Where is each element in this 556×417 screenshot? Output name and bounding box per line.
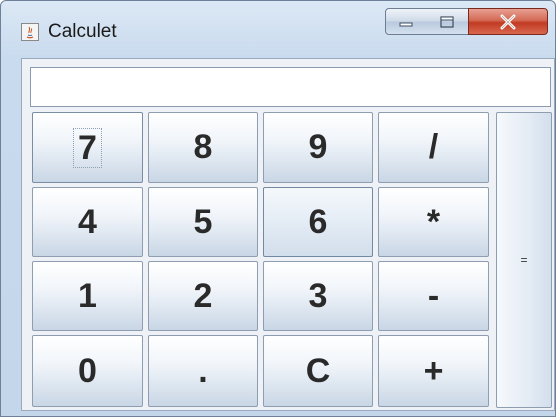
key-4[interactable]: 4 <box>32 187 143 257</box>
key-add[interactable]: + <box>378 335 489 407</box>
key-5[interactable]: 5 <box>148 187 258 257</box>
close-button[interactable] <box>468 8 548 35</box>
key-2[interactable]: 2 <box>148 261 258 331</box>
key-multiply-label: * <box>426 202 441 241</box>
key-0[interactable]: 0 <box>32 335 143 407</box>
maximize-icon <box>440 15 454 28</box>
key-0-label: 0 <box>78 351 97 390</box>
key-8-label: 8 <box>193 128 213 166</box>
key-7[interactable]: 7 <box>32 112 143 183</box>
key-clear[interactable]: C <box>263 335 373 407</box>
minimize-button[interactable] <box>385 8 427 35</box>
key-1-label: 1 <box>78 276 97 315</box>
key-3-label: 3 <box>308 276 328 315</box>
key-divide-label: / <box>428 128 439 166</box>
java-app-icon[interactable] <box>21 23 39 41</box>
close-icon <box>500 14 516 29</box>
window-title: Calculet <box>48 21 117 42</box>
key-decimal-label: . <box>198 351 208 390</box>
key-2-label: 2 <box>193 276 213 315</box>
key-6-label: 6 <box>308 202 328 241</box>
key-3[interactable]: 3 <box>263 261 373 331</box>
key-9-label: 9 <box>308 128 328 166</box>
maximize-button[interactable] <box>426 8 469 35</box>
key-equals[interactable]: = <box>496 112 552 408</box>
key-6[interactable]: 6 <box>263 187 373 257</box>
key-1[interactable]: 1 <box>32 261 143 331</box>
key-multiply[interactable]: * <box>378 187 489 257</box>
key-subtract-label: - <box>427 276 440 315</box>
key-decimal[interactable]: . <box>148 335 258 407</box>
key-subtract[interactable]: - <box>378 261 489 331</box>
key-5-label: 5 <box>193 202 213 241</box>
calculator-display[interactable] <box>30 67 551 107</box>
minimize-icon <box>399 22 413 26</box>
key-equals-label: = <box>520 253 528 267</box>
key-7-label: 7 <box>73 127 102 168</box>
key-4-label: 4 <box>78 202 97 241</box>
key-9[interactable]: 9 <box>263 112 373 183</box>
app-window: Calculet 7 8 9 / 4 5 6 * 1 2 3 - 0 . C +… <box>0 0 556 417</box>
key-clear-label: C <box>305 351 331 390</box>
key-add-label: + <box>423 351 444 390</box>
key-divide[interactable]: / <box>378 112 489 183</box>
title-bar[interactable]: Calculet <box>1 1 555 57</box>
key-8[interactable]: 8 <box>148 112 258 183</box>
